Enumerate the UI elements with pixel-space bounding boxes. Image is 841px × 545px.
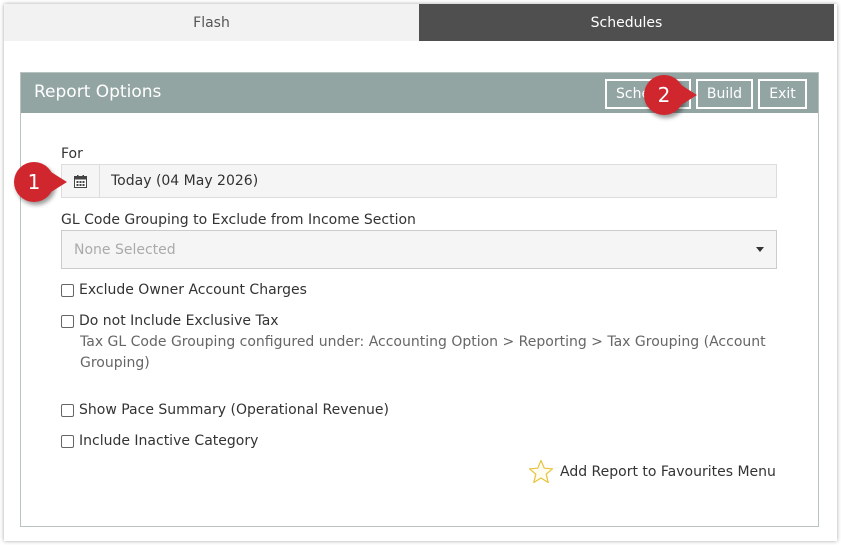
panel-header: Report Options Schedule Build Exit [21, 73, 818, 113]
date-value: Today (04 May 2026) [111, 173, 259, 189]
tab-schedules[interactable]: Schedules [419, 4, 834, 41]
exclusive-tax-row[interactable]: Do not Include Exclusive Tax [61, 313, 279, 329]
exclude-owner-checkbox[interactable] [61, 283, 74, 297]
pace-summary-label: Show Pace Summary (Operational Revenue) [79, 402, 389, 418]
inactive-category-label: Include Inactive Category [79, 433, 259, 449]
exclude-owner-label: Exclude Owner Account Charges [79, 282, 307, 298]
calendar-icon[interactable] [62, 165, 100, 197]
exclusive-tax-label: Do not Include Exclusive Tax [79, 313, 279, 329]
inactive-category-row[interactable]: Include Inactive Category [61, 433, 258, 449]
gl-grouping-label: GL Code Grouping to Exclude from Income … [61, 212, 416, 228]
date-field[interactable]: Today (04 May 2026) [61, 164, 777, 198]
build-button[interactable]: Build [696, 79, 753, 109]
tab-flash[interactable]: Flash [4, 4, 419, 41]
exit-button[interactable]: Exit [758, 79, 807, 109]
add-favourites-link[interactable]: Add Report to Favourites Menu [528, 459, 776, 485]
exclusive-tax-checkbox[interactable] [61, 314, 74, 328]
inactive-category-checkbox[interactable] [61, 434, 74, 448]
step-marker-1: 1 [14, 162, 67, 202]
add-favourites-label: Add Report to Favourites Menu [560, 464, 776, 480]
gl-grouping-placeholder: None Selected [74, 241, 176, 258]
panel-title: Report Options [34, 82, 162, 102]
pace-summary-checkbox[interactable] [61, 403, 74, 417]
tab-bar: Flash Schedules [4, 4, 834, 41]
pace-summary-row[interactable]: Show Pace Summary (Operational Revenue) [61, 402, 389, 418]
exclude-owner-row[interactable]: Exclude Owner Account Charges [61, 282, 307, 298]
star-icon [528, 459, 554, 484]
caret-down-icon [756, 247, 764, 252]
for-label: For [61, 146, 83, 162]
gl-grouping-select[interactable]: None Selected [61, 230, 777, 269]
exclusive-tax-help: Tax GL Code Grouping configured under: A… [80, 334, 766, 371]
step-marker-2: 2 [644, 75, 697, 115]
